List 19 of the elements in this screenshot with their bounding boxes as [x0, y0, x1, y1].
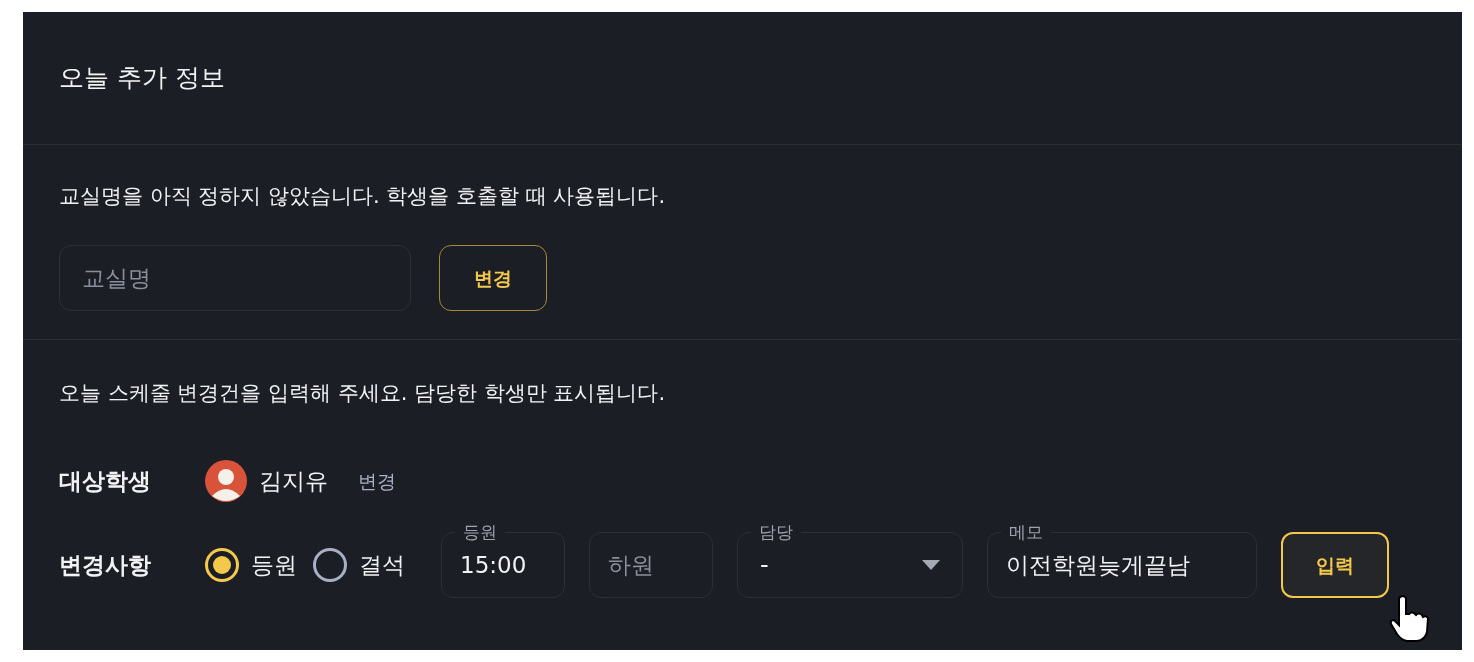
row-label: 대상학생 — [59, 466, 152, 496]
input-field[interactable]: 하원 — [589, 532, 713, 598]
radio-option[interactable]: 등원 — [205, 547, 297, 583]
panel-title: 오늘 추가 정보 — [59, 62, 225, 95]
pointer-cursor-icon — [1389, 594, 1429, 642]
field-label: 등원 — [455, 522, 505, 542]
field-label: 담당 — [751, 522, 801, 542]
submit-button[interactable]: 입력 — [1281, 532, 1389, 598]
notice-text: 교실명을 아직 정하지 않았습니다. 학생을 호출할 때 사용됩니다. — [59, 183, 667, 210]
avatar-icon — [205, 460, 247, 502]
notice-text: 오늘 스케줄 변경건을 입력해 주세요. 담당한 학생만 표시됩니다. — [59, 380, 667, 407]
classroom-name-field[interactable]: 교실명 — [59, 245, 411, 311]
row-label: 변경사항 — [59, 550, 152, 580]
dropdown-caret-icon — [922, 560, 940, 570]
change-link[interactable]: 변경 — [358, 466, 396, 496]
radio-option[interactable]: 결석 — [313, 547, 405, 583]
student-name: 김지유 — [259, 466, 328, 496]
field-label: 메모 — [1001, 522, 1051, 542]
change-button[interactable]: 변경 — [439, 245, 547, 311]
